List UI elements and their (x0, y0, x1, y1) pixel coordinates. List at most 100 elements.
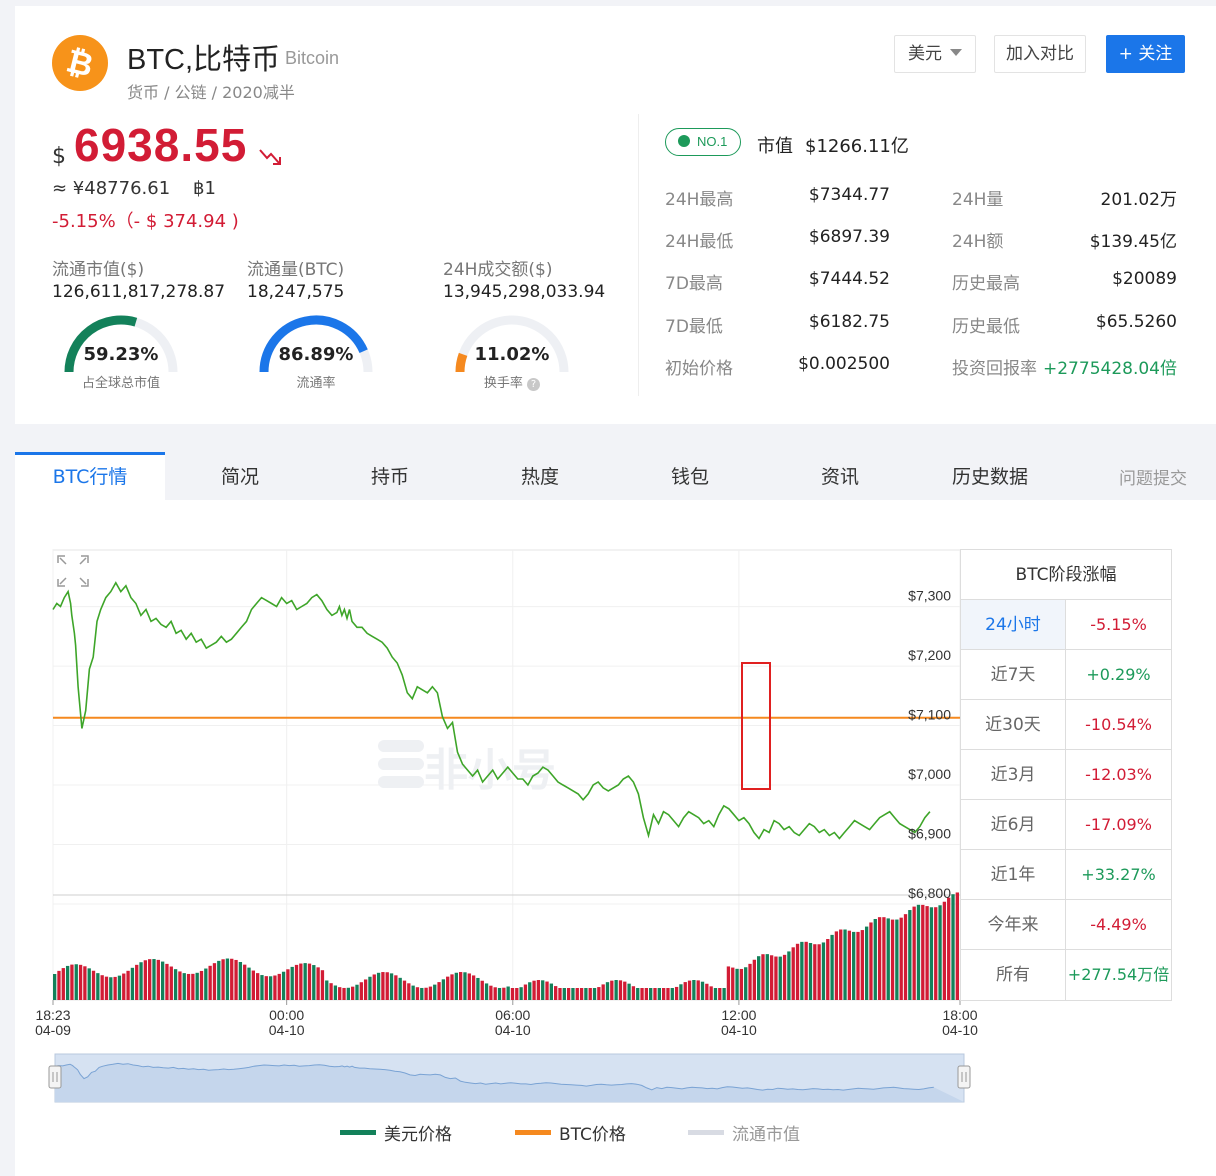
volume-bar (735, 968, 739, 1000)
volume-bar (372, 974, 376, 1000)
volume-bar (471, 975, 476, 1000)
x-tick-time: 18:23 (35, 1007, 70, 1023)
volume-bar (787, 951, 791, 1000)
volume-bar (847, 930, 852, 1000)
volume-bar (130, 967, 135, 1000)
volume-bar (843, 929, 847, 1000)
volume-bar (277, 973, 281, 1000)
legend-usd-price[interactable]: 美元价格 (340, 1120, 452, 1145)
x-tick-time: 00:00 (269, 1007, 304, 1023)
volume-bar (584, 988, 588, 1000)
x-tick-date: 04-10 (269, 1022, 305, 1038)
x-tick-date: 04-10 (721, 1022, 757, 1038)
volume-bar (852, 931, 856, 1000)
volume-bar (251, 970, 255, 1000)
volume-bar (61, 968, 65, 1000)
period-row[interactable]: 近6月 -17.09% (961, 800, 1171, 850)
volume-bar (221, 959, 225, 1000)
period-row[interactable]: 24小时 -5.15% (961, 600, 1171, 650)
volume-bar (493, 987, 497, 1000)
volume-bar (57, 970, 61, 1000)
volume-bar (273, 975, 277, 1000)
volume-bar (355, 984, 359, 1000)
volume-bar (143, 960, 148, 1000)
volume-bar (687, 980, 692, 1000)
volume-bar (329, 983, 333, 1000)
volume-bar (925, 906, 929, 1000)
volume-bar (502, 987, 506, 1000)
volume-bar (886, 918, 890, 1000)
period-change-title: BTC阶段涨幅 (961, 550, 1171, 600)
volume-bar (385, 972, 389, 1000)
period-row[interactable]: 今年来 -4.49% (961, 900, 1171, 950)
period-row[interactable]: 近30天 -10.54% (961, 700, 1171, 750)
legend-circulating-mcap[interactable]: 流通市值 (688, 1120, 800, 1145)
volume-bar (692, 980, 696, 1000)
volume-bar (281, 971, 286, 1000)
volume-bar (78, 964, 83, 1000)
volume-bar (152, 959, 156, 1000)
volume-bar (636, 988, 640, 1000)
period-row[interactable]: 近1年 +33.27% (961, 850, 1171, 900)
volume-bar (601, 984, 605, 1000)
volume-bar (674, 986, 679, 1000)
range-handle[interactable] (957, 1065, 971, 1089)
volume-bar (942, 901, 947, 1000)
volume-bar (290, 966, 294, 1000)
volume-bar (463, 972, 467, 1000)
volume-bar (877, 917, 882, 1000)
period-label: 近30天 (961, 700, 1066, 749)
period-value: +0.29% (1086, 665, 1151, 684)
volume-bar (826, 939, 830, 1000)
volume-bar (566, 988, 571, 1000)
volume-bar (657, 988, 661, 1000)
volume-bar (299, 963, 303, 1000)
volume-bar (817, 944, 821, 1000)
volume-bar (268, 976, 273, 1000)
volume-bar (217, 960, 221, 1000)
volume-bar (519, 987, 523, 1000)
volume-bar (87, 968, 91, 1000)
period-value: +277.54万倍 (1067, 965, 1170, 984)
volume-bar (605, 982, 610, 1000)
volume-bar (480, 980, 484, 1000)
volume-bar (934, 907, 938, 1000)
period-row[interactable]: 近7天 +0.29% (961, 650, 1171, 700)
volume-bar (769, 955, 774, 1000)
volume-bar (523, 984, 528, 1000)
volume-bar (381, 972, 385, 1000)
volume-bar (173, 969, 178, 1000)
volume-bar (441, 979, 446, 1000)
volume-bar (208, 965, 212, 1000)
volume-bar (389, 973, 394, 1000)
volume-bar (148, 959, 152, 1000)
period-value: -10.54% (1085, 715, 1152, 734)
volume-bar (113, 976, 117, 1000)
volume-bar (661, 988, 666, 1000)
volume-bar (178, 971, 182, 1000)
volume-bar (614, 980, 618, 1000)
period-row[interactable]: 所有 +277.54万倍 (961, 950, 1171, 1000)
volume-bar (554, 986, 558, 1000)
x-tick-date: 04-10 (942, 1022, 978, 1038)
volume-bar (351, 986, 355, 1000)
volume-bar (243, 964, 247, 1000)
volume-bar (476, 977, 480, 1000)
volume-bar (696, 980, 700, 1000)
volume-bar (545, 981, 549, 1000)
volume-bar (700, 981, 705, 1000)
range-handle[interactable] (48, 1065, 62, 1089)
volume-bar (597, 987, 601, 1000)
legend-btc-price[interactable]: BTC价格 (515, 1120, 626, 1145)
volume-bar (804, 941, 808, 1000)
volume-bar (653, 988, 657, 1000)
volume-bar (562, 988, 566, 1000)
period-row[interactable]: 近3月 -12.03% (961, 750, 1171, 800)
volume-bar (839, 929, 843, 1000)
volume-bar (359, 982, 363, 1000)
volume-bar (312, 965, 316, 1000)
volume-bar (536, 980, 541, 1000)
period-value: -4.49% (1090, 915, 1147, 934)
volume-bar (510, 988, 515, 1000)
volume-bar (782, 954, 787, 1000)
